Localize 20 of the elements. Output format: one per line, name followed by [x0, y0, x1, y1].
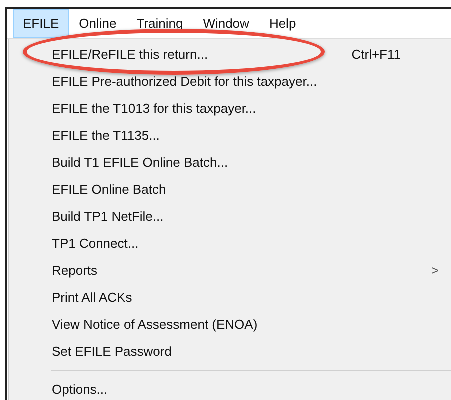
menu-bar-item[interactable]: Training [126, 9, 194, 38]
shortcut-label: Ctrl+F11 [352, 47, 401, 62]
menu-bar-item[interactable]: Window [193, 9, 260, 38]
menu-item[interactable]: EFILE Online Batch [52, 182, 166, 197]
menu-bar-item[interactable]: Online [69, 9, 127, 38]
menu-item[interactable]: Set EFILE Password [52, 344, 172, 359]
menu-bar-item[interactable]: Help [259, 9, 306, 38]
submenu-arrow-icon: > [431, 263, 439, 278]
menu-item[interactable]: Reports [52, 263, 98, 278]
menu-item[interactable]: Build T1 EFILE Online Batch... [52, 155, 228, 170]
menu-item[interactable]: EFILE the T1135... [52, 128, 160, 143]
menu-item[interactable]: Options... [52, 382, 108, 397]
menu-item[interactable]: Print All ACKs [52, 290, 132, 305]
menu-item[interactable]: Build TP1 NetFile... [52, 209, 164, 224]
menu-bar-item[interactable]: EFILE [13, 9, 70, 38]
menu-item[interactable]: TP1 Connect... [52, 236, 139, 251]
menu-item[interactable]: View Notice of Assessment (ENOA) [52, 317, 258, 332]
menu-item[interactable]: EFILE/ReFILE this return... [52, 47, 208, 62]
menu-item[interactable]: EFILE Pre-authorized Debit for this taxpayer... [52, 74, 318, 89]
menu-item[interactable]: EFILE the T1013 for this taxpayer... [52, 101, 256, 116]
